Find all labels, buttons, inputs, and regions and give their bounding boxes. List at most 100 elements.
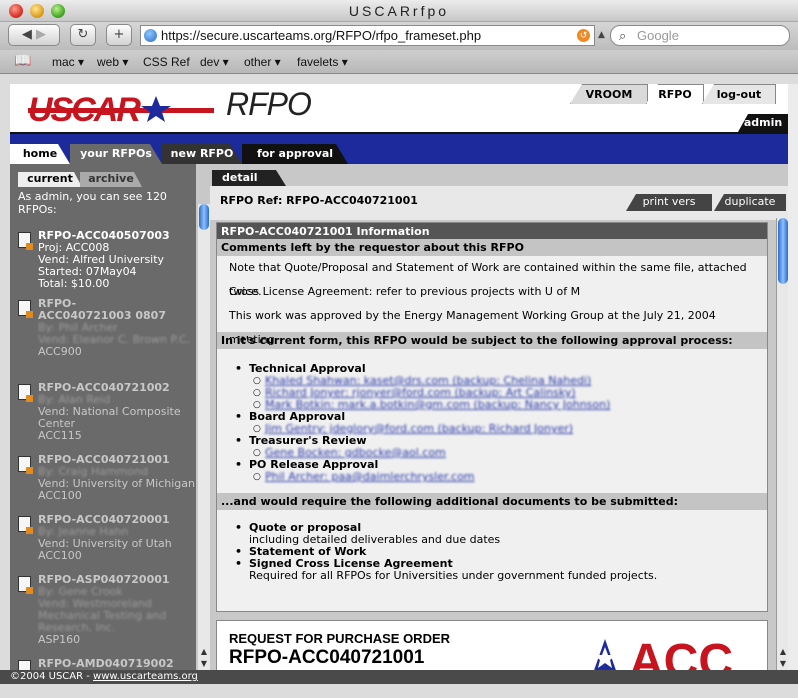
bookmark-favelets[interactable]: favelets ▾: [297, 55, 348, 69]
bookmark-mac[interactable]: mac ▾: [52, 55, 84, 69]
acc-logo-text: ACC: [629, 635, 733, 670]
tab-archive[interactable]: archive: [80, 172, 142, 187]
rfpo-total: Total: $10.00: [38, 277, 110, 290]
search-icon: ⌕: [619, 28, 627, 43]
bookmarks-bar: 📖 mac ▾ web ▾ CSS Ref dev ▾ other ▾ fave…: [0, 50, 798, 74]
document-title: REQUEST FOR PURCHASE ORDER: [229, 631, 451, 646]
detail-pane: ▲ ▼ detail RFPO Ref: RFPO-ACC040721001 p…: [196, 164, 788, 670]
list-item[interactable]: RFPO-ACC040721001 By: Craig Hammond Vend…: [18, 454, 196, 502]
user-badge: admin: [738, 114, 788, 132]
document-icon: [18, 300, 33, 318]
list-item[interactable]: RFPO-ACC040721003 0807 By: Phil Archer V…: [18, 298, 196, 358]
app-name: RFPO: [226, 86, 312, 122]
list-item[interactable]: RFPO-ACC040720001 By: Jeanne Hahn Vend: …: [18, 514, 196, 562]
document-icon: [18, 384, 33, 402]
comment-line: This work was approved by the Energy Man…: [229, 309, 716, 346]
document-icon: [18, 576, 33, 594]
bookmark-dev[interactable]: dev ▾: [200, 55, 229, 69]
tab-vroom[interactable]: VROOM: [570, 84, 648, 104]
rfpo-info-panel: RFPO-ACC040721001 Information Comments l…: [216, 222, 768, 612]
frame-scroll-thumb[interactable]: [199, 204, 209, 230]
forward-arrow-icon[interactable]: ▶: [32, 27, 46, 42]
duplicate-button[interactable]: duplicate: [714, 194, 786, 211]
rfpo-document-preview: REQUEST FOR PURCHASE ORDER RFPO-ACC04072…: [216, 620, 768, 670]
tab-detail[interactable]: detail: [212, 170, 286, 186]
approval-header: In it's current form, this RFPO would be…: [217, 332, 767, 349]
nav-new-rfpo[interactable]: new RFPO: [162, 144, 242, 164]
nav-home[interactable]: home: [10, 144, 70, 164]
back-arrow-icon[interactable]: ◀: [22, 27, 32, 42]
list-item[interactable]: RFPO-ASP040720001 By: Gene Crook Vend: W…: [18, 574, 196, 646]
search-input[interactable]: ⌕ Google: [610, 25, 790, 46]
rfpo-author: By: Alan Reid: [38, 393, 111, 406]
print-version-button[interactable]: print vers: [626, 194, 712, 211]
bookmark-web[interactable]: web ▾: [97, 55, 128, 69]
comments-header: Comments left by the requestor about thi…: [217, 239, 767, 256]
window-titlebar: USCARrfpo: [0, 0, 798, 22]
scroll-up-arrow-icon[interactable]: ▲: [777, 646, 788, 658]
back-forward-buttons[interactable]: ◀ ▶: [8, 24, 60, 46]
rfpo-project: ACC115: [38, 429, 82, 442]
logo-text: USCAR: [28, 94, 141, 126]
rfpo-project: ACC100: [38, 549, 82, 562]
scroll-up-arrow-icon[interactable]: ▲: [198, 646, 210, 658]
documents-header: ...and would require the following addit…: [217, 493, 767, 510]
footer-link[interactable]: www.uscarteams.org: [93, 671, 198, 682]
scroll-thumb[interactable]: [778, 218, 788, 284]
list-item[interactable]: RFPO-ACC040721002 By: Alan Reid Vend: Na…: [18, 382, 196, 442]
bookmark-css-ref[interactable]: CSS Ref: [143, 55, 190, 69]
list-item[interactable]: RFPO-ACC040507003 Proj: ACC008 Vend: Alf…: [18, 230, 196, 290]
nav-your-rfpos[interactable]: your RFPOs: [70, 144, 162, 164]
document-icon: [18, 232, 33, 250]
rfpo-sidebar: current archive As admin, you can see 12…: [10, 164, 196, 670]
globe-icon: [144, 29, 157, 42]
approver: ○ Phil Archer: paa@daimlerchrysler.com: [253, 470, 475, 483]
rfpo-vendor: Vend: Eleanor C. Brown P.C.: [38, 333, 191, 346]
rfpo-vendor: Vend: Westmoreland Mechanical Testing an…: [38, 597, 167, 634]
info-title: RFPO-ACC040721001 Information: [217, 223, 767, 239]
rfpo-ref[interactable]: RFPO-AMD040719002: [38, 658, 196, 670]
tab-log-out[interactable]: log-out: [702, 84, 776, 104]
bookmark-other[interactable]: other ▾: [244, 55, 281, 69]
url-text: https://secure.uscarteams.org/RFPO/rfpo_…: [161, 28, 482, 43]
scroll-down-arrow-icon[interactable]: ▼: [777, 658, 788, 670]
window-title: USCARrfpo: [348, 3, 450, 19]
main-nav: home your RFPOs new RFPO for approval: [10, 144, 788, 164]
page-footer: ©2004 USCAR - www.uscarteams.org: [0, 670, 798, 684]
bookmarks-book-icon[interactable]: 📖: [14, 52, 31, 69]
reload-icon: ↻: [77, 27, 89, 42]
comment-line: Cross License Agreement: refer to previo…: [229, 285, 581, 298]
document-edit-icon: [18, 456, 33, 474]
document-icon: [18, 660, 31, 670]
uscar-logo: USCAR: [28, 94, 214, 126]
rfpo-project: ASP160: [38, 633, 81, 646]
detail-scrollbar[interactable]: ▲ ▼: [776, 218, 788, 670]
tab-current[interactable]: current: [18, 172, 82, 187]
history-chevron-icon[interactable]: ▲: [598, 30, 605, 40]
rfpo-project: ACC100: [38, 489, 82, 502]
nav-for-approval[interactable]: for approval: [242, 144, 348, 164]
list-item[interactable]: RFPO-AMD040719002: [18, 658, 196, 670]
comment-line: Note that Quote/Proposal and Statement o…: [229, 261, 747, 298]
rfpo-author: By: Jeanne Hahn: [38, 525, 129, 538]
document-description: Required for all RFPOs for Universities …: [249, 569, 658, 582]
add-bookmark-button[interactable]: +: [106, 24, 132, 46]
tab-rfpo[interactable]: RFPO: [646, 84, 704, 104]
search-placeholder: Google: [637, 28, 679, 43]
sidebar-note: As admin, you can see 120 RFPOs:: [18, 190, 167, 216]
rfpo-project: ACC900: [38, 345, 82, 358]
frame-scrollbar[interactable]: ▲ ▼: [198, 204, 210, 670]
browser-toolbar: ◀ ▶ ↻ + https://secure.uscarteams.org/RF…: [0, 22, 798, 50]
acc-logo: ACC: [594, 635, 733, 670]
document-icon: [18, 516, 33, 534]
rfpo-ref-title: RFPO Ref: RFPO-ACC040721001: [220, 194, 418, 207]
rfpo-author: By: Craig Hammond: [38, 465, 149, 478]
scroll-down-arrow-icon[interactable]: ▼: [198, 658, 210, 670]
plus-icon: +: [113, 27, 125, 42]
rss-icon[interactable]: ↺: [577, 29, 590, 42]
header-divider: [10, 132, 788, 144]
address-bar[interactable]: https://secure.uscarteams.org/RFPO/rfpo_…: [140, 25, 595, 46]
web-page: USCAR RFPO VROOM RFPO log-out admin home…: [10, 84, 788, 670]
rfpo-ref[interactable]: RFPO-ACC040721003 0807: [38, 298, 168, 322]
reload-button[interactable]: ↻: [70, 24, 96, 46]
